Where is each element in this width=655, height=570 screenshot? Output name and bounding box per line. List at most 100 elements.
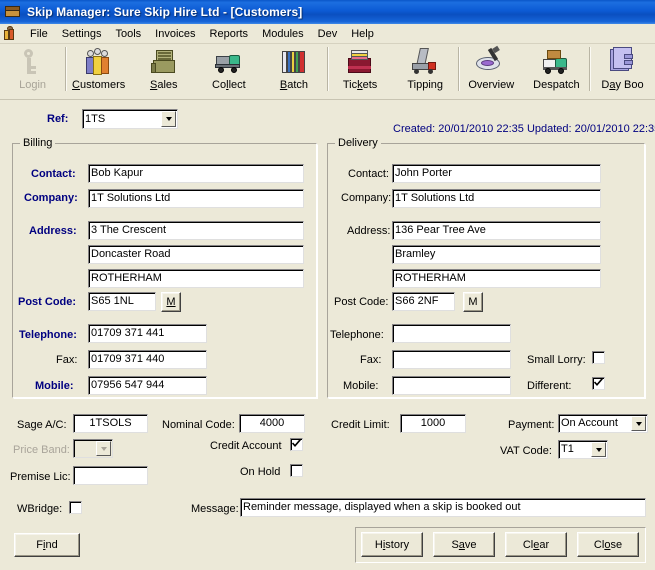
payment-combo[interactable]: On Account <box>558 414 648 433</box>
delivery-postcode-label: Post Code: <box>334 296 389 308</box>
billing-map-button[interactable]: M <box>161 292 181 312</box>
billing-telephone-input[interactable]: 01709 371 441 <box>88 324 207 343</box>
delivery-address-line3-input[interactable]: ROTHERHAM <box>392 269 601 288</box>
daybook-icon <box>605 46 639 78</box>
delivery-contact-label: Contact: <box>348 168 389 180</box>
login-key-icon <box>16 46 50 78</box>
on-hold-checkbox[interactable] <box>290 464 303 477</box>
billing-address-line2-input[interactable]: Doncaster Road <box>88 245 304 264</box>
toolbar-button-tickets[interactable]: Tickets <box>328 44 393 97</box>
billing-company-label: Company: <box>24 192 78 204</box>
vat-code-combo[interactable]: T1 <box>558 440 608 459</box>
billing-fax-input[interactable]: 01709 371 440 <box>88 350 207 369</box>
toolbar-label: Login <box>19 79 47 91</box>
ref-value: 1TS <box>85 112 106 125</box>
small-lorry-checkbox[interactable] <box>592 351 605 364</box>
nominal-code-label: Nominal Code: <box>162 419 235 431</box>
chevron-down-icon[interactable] <box>631 416 646 431</box>
billing-address-label: Address: <box>29 225 77 237</box>
toolbar-label: Batch <box>279 79 309 91</box>
menu-help[interactable]: Help <box>344 26 381 42</box>
nominal-code-input[interactable]: 4000 <box>239 414 305 433</box>
message-input[interactable]: Reminder message, displayed when a skip … <box>240 498 646 517</box>
price-band-label: Price Band: <box>13 444 70 456</box>
wbridge-checkbox[interactable] <box>69 501 82 514</box>
billing-contact-input[interactable]: Bob Kapur <box>88 164 304 183</box>
billing-address-line1-input[interactable]: 3 The Crescent <box>88 221 304 240</box>
toolbar-button-login[interactable]: Login <box>0 44 65 97</box>
application-window: Skip Manager: Sure Skip Hire Ltd - [Cust… <box>0 0 655 570</box>
menu-file[interactable]: File <box>23 26 55 42</box>
credit-limit-label: Credit Limit: <box>331 419 390 431</box>
price-band-combo[interactable] <box>73 439 113 458</box>
skip-icon <box>4 4 22 20</box>
ref-combo[interactable]: 1TS <box>82 109 178 129</box>
vat-code-value: T1 <box>561 443 574 455</box>
customers-icon <box>82 46 116 78</box>
toolbar-button-overview[interactable]: Overview <box>459 44 524 97</box>
delivery-address-label: Address: <box>347 225 391 237</box>
toolbar-button-collect[interactable]: Collect <box>196 44 261 97</box>
check-icon <box>292 439 301 448</box>
chevron-down-icon[interactable] <box>591 442 606 457</box>
toolbar-label: Customers <box>72 79 126 91</box>
toolbar-button-daybook[interactable]: Day Boo <box>590 44 655 97</box>
delivery-company-input[interactable]: 1T Solutions Ltd <box>392 189 601 208</box>
toolbar-button-sales[interactable]: Sales <box>131 44 196 97</box>
premise-lic-label: Premise Lic: <box>10 471 71 483</box>
close-button[interactable]: Close <box>577 532 639 557</box>
toolbar-button-despatch[interactable]: Despatch <box>524 44 589 97</box>
toolbar-label: Tipping <box>407 79 444 91</box>
chevron-down-icon[interactable] <box>96 441 111 456</box>
menu-modules[interactable]: Modules <box>255 26 311 42</box>
clear-button[interactable]: Clear <box>505 532 567 557</box>
collect-truck-icon <box>212 46 246 78</box>
tickets-icon <box>343 46 377 78</box>
billing-postcode-label: Post Code: <box>18 296 77 308</box>
sage-account-input[interactable]: 1TSOLS <box>73 414 148 433</box>
delivery-contact-input[interactable]: John Porter <box>392 164 601 183</box>
credit-account-checkbox[interactable] <box>290 438 303 451</box>
menu-tools[interactable]: Tools <box>108 26 148 42</box>
different-checkbox[interactable] <box>592 377 605 390</box>
toolbar-label: Sales <box>149 79 178 91</box>
delivery-address-line1-input[interactable]: 136 Pear Tree Ave <box>392 221 601 240</box>
delivery-mobile-input[interactable] <box>392 376 511 395</box>
toolbar-button-customers[interactable]: Customers <box>66 44 131 97</box>
billing-mobile-label: Mobile: <box>35 380 74 392</box>
small-lorry-label: Small Lorry: <box>527 354 586 366</box>
billing-postcode-input[interactable]: S65 1NL <box>88 292 156 311</box>
credit-limit-input[interactable]: 1000 <box>400 414 466 433</box>
menu-settings[interactable]: Settings <box>55 26 109 42</box>
history-button[interactable]: History <box>361 532 423 557</box>
delivery-fax-input[interactable] <box>392 350 511 369</box>
people-icon <box>3 26 18 41</box>
delivery-map-button[interactable]: M <box>463 292 483 312</box>
toolbar-button-tipping[interactable]: Tipping <box>393 44 458 97</box>
premise-lic-input[interactable] <box>73 466 148 485</box>
toolbar-label: Overview <box>468 79 515 91</box>
different-label: Different: <box>527 380 572 392</box>
delivery-address-line2-input[interactable]: Bramley <box>392 245 601 264</box>
billing-group-title: Billing <box>20 137 56 149</box>
delivery-telephone-label: Telephone: <box>330 329 384 341</box>
toolbar-button-batch[interactable]: Batch <box>261 44 326 97</box>
overview-magnifier-icon <box>474 45 508 78</box>
chevron-down-icon[interactable] <box>161 111 176 127</box>
menu-dev[interactable]: Dev <box>311 26 345 42</box>
delivery-postcode-input[interactable]: S66 2NF <box>392 292 455 311</box>
save-button[interactable]: Save <box>433 532 495 557</box>
billing-address-line3-input[interactable]: ROTHERHAM <box>88 269 304 288</box>
menu-bar: File Settings Tools Invoices Reports Mod… <box>0 24 655 44</box>
menu-invoices[interactable]: Invoices <box>148 26 202 42</box>
ref-label: Ref: <box>47 113 69 125</box>
menu-reports[interactable]: Reports <box>203 26 256 42</box>
credit-account-label: Credit Account <box>210 440 282 452</box>
message-label: Message: <box>191 503 239 515</box>
billing-mobile-input[interactable]: 07956 547 944 <box>88 376 207 395</box>
billing-company-input[interactable]: 1T Solutions Ltd <box>88 189 304 208</box>
delivery-telephone-input[interactable] <box>392 324 511 343</box>
find-button[interactable]: Find <box>14 533 80 557</box>
toolbar: Login Customers Sales Collect Batch Tick… <box>0 44 655 100</box>
on-hold-label: On Hold <box>240 466 281 478</box>
